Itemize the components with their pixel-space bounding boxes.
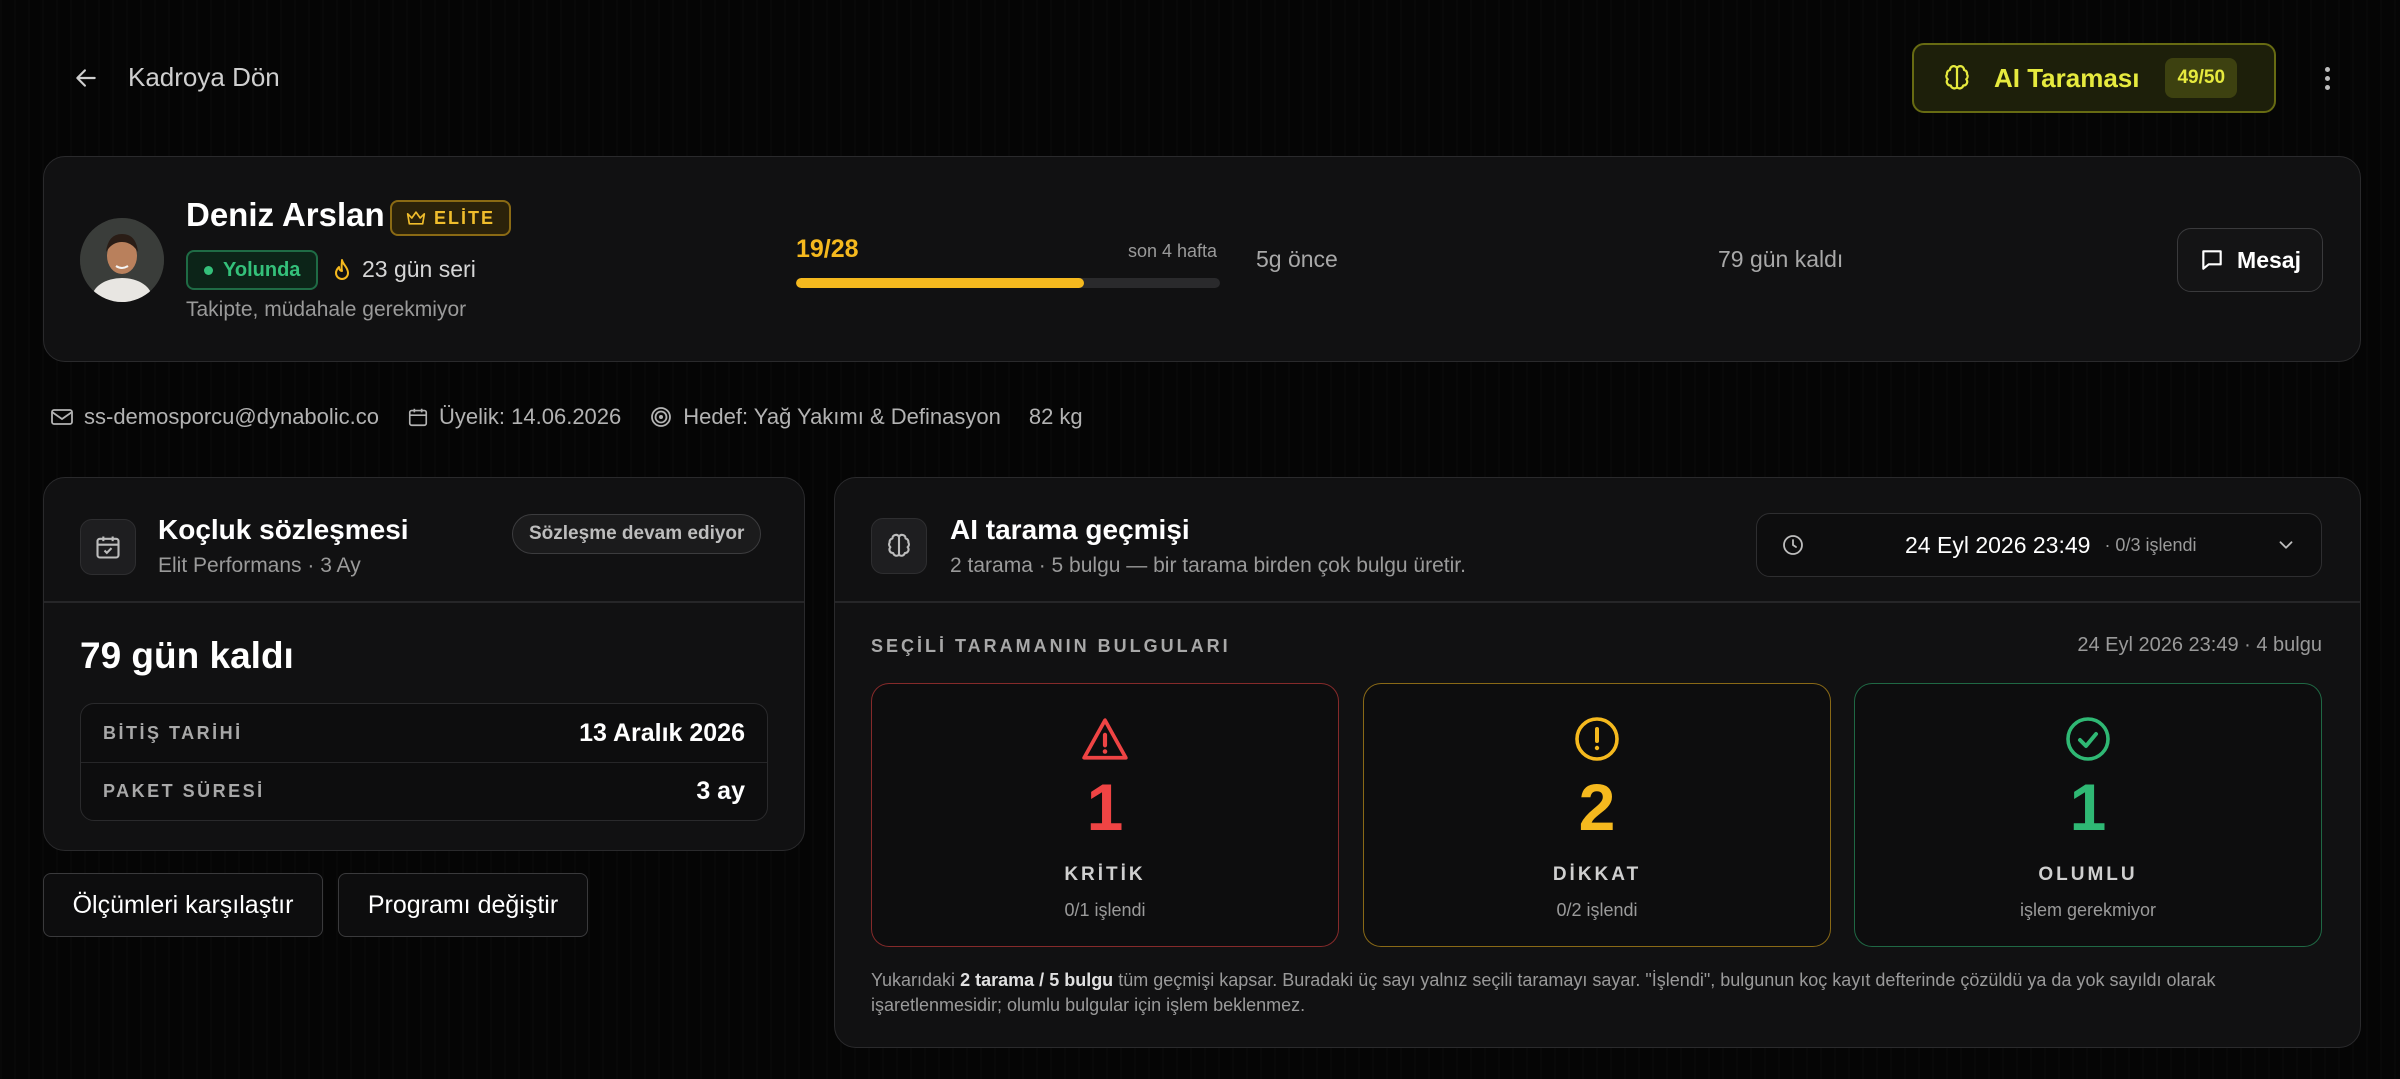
ai-scan-button[interactable]: AI Taraması 49/50 bbox=[1912, 43, 2276, 113]
contract-title: Koçluk sözleşmesi bbox=[158, 514, 409, 545]
athlete-meta-row: ss-demosporcu@dynabolic.co Üyelik: 14.06… bbox=[50, 404, 1111, 430]
brain-icon bbox=[888, 533, 910, 557]
warning-triangle-icon bbox=[1082, 718, 1128, 760]
critical-sub: 0/1 işlendi bbox=[1064, 900, 1146, 920]
athlete-name: Deniz Arslan bbox=[186, 196, 385, 233]
last-seen: 5g önce bbox=[1256, 246, 1338, 272]
brain-icon bbox=[1945, 65, 1969, 90]
streak-label: 23 gün seri bbox=[362, 256, 476, 282]
tier-badge-label: ELİTE bbox=[434, 207, 496, 228]
ai-scan-label: AI Taraması bbox=[1994, 62, 2140, 93]
status-badge: Yolunda bbox=[186, 250, 319, 290]
end-date-value: 13 Aralık 2026 bbox=[579, 718, 745, 747]
positive-findings-card[interactable]: 1 OLUMLU işlem gerekmiyor bbox=[1854, 683, 2322, 947]
ai-history-title: AI tarama geçmişi bbox=[950, 514, 1190, 545]
message-button-label: Mesaj bbox=[2237, 246, 2301, 273]
back-button[interactable] bbox=[66, 60, 106, 96]
more-icon bbox=[2324, 66, 2330, 72]
progress-period: son 4 hafta bbox=[1128, 241, 1218, 261]
days-left-summary: 79 gün kaldı bbox=[1718, 246, 1844, 272]
scan-select-date: 24 Eyl 2026 23:49 bbox=[1905, 531, 2091, 558]
critical-label: KRİTİK bbox=[1064, 864, 1146, 885]
chat-icon bbox=[2202, 250, 2222, 270]
tier-badge: ELİTE bbox=[390, 200, 512, 236]
alert-circle-icon bbox=[1575, 717, 1619, 761]
divider bbox=[835, 601, 2360, 603]
meta-weight: 82 kg bbox=[1029, 404, 1083, 430]
message-button[interactable]: Mesaj bbox=[2177, 228, 2323, 292]
avatar bbox=[80, 218, 164, 302]
critical-findings-card[interactable]: 1 KRİTİK 0/1 işlendi bbox=[871, 683, 1339, 947]
positive-label: OLUMLU bbox=[2038, 864, 2138, 885]
table-row: PAKET SÜRESİ 3 ay bbox=[81, 762, 767, 820]
calendar-icon bbox=[408, 408, 428, 427]
package-duration-key: PAKET SÜRESİ bbox=[103, 781, 265, 801]
package-duration-value: 3 ay bbox=[696, 777, 745, 805]
arrow-left-icon bbox=[76, 69, 96, 87]
progress-bar-fill bbox=[796, 278, 1084, 288]
contract-info-table: BİTİŞ TARİHİ 13 Aralık 2026 PAKET SÜRESİ… bbox=[80, 703, 768, 821]
flame-icon bbox=[335, 258, 349, 280]
meta-membership: Üyelik: 14.06.2026 bbox=[407, 404, 621, 430]
contract-days-left: 79 gün kaldı bbox=[80, 635, 294, 676]
contract-icon bbox=[80, 519, 136, 575]
findings-heading: SEÇİLİ TARAMANIN BULGULARI bbox=[871, 636, 1231, 656]
chevron-down-icon bbox=[2279, 541, 2293, 549]
scan-select-dropdown[interactable]: 24 Eyl 2026 23:49 · 0/3 işlendi bbox=[1756, 513, 2322, 577]
streak-indicator: 23 gün seri bbox=[332, 256, 476, 283]
attention-label: DİKKAT bbox=[1552, 864, 1642, 885]
more-options-button[interactable] bbox=[2312, 60, 2342, 96]
meta-goal: Hedef: Yağ Yakımı & Definasyon bbox=[649, 404, 1001, 430]
attention-sub: 0/2 işlendi bbox=[1556, 900, 1638, 920]
compare-measurements-button[interactable]: Ölçümleri karşılaştır bbox=[43, 873, 323, 937]
mail-icon bbox=[51, 409, 73, 425]
ai-history-icon bbox=[871, 518, 927, 574]
status-dot-icon bbox=[204, 265, 213, 275]
clock-icon bbox=[1783, 535, 1803, 555]
meta-goal-text: Hedef: Yağ Yakımı & Definasyon bbox=[683, 404, 1001, 429]
progress-bar bbox=[796, 278, 1220, 288]
meta-email-text: ss-demosporcu@dynabolic.co bbox=[84, 404, 380, 429]
meta-weight-text: 82 kg bbox=[1028, 404, 1083, 429]
calendar-check-icon bbox=[96, 536, 120, 559]
findings-footnote: Yukarıdaki 2 tarama / 5 bulgu tüm geçmiş… bbox=[871, 970, 2216, 1015]
contract-status-badge: Sözleşme devam ediyor bbox=[512, 514, 762, 554]
positive-count: 1 bbox=[2069, 770, 2107, 844]
progress-label: 19/28 bbox=[796, 235, 859, 263]
back-label[interactable]: Kadroya Dön bbox=[128, 62, 280, 93]
meta-email: ss-demosporcu@dynabolic.co bbox=[50, 404, 379, 430]
divider bbox=[44, 601, 804, 603]
positive-sub: işlem gerekmiyor bbox=[2019, 900, 2157, 920]
ai-scan-quota: 49/50 bbox=[2165, 58, 2238, 98]
table-row: BİTİŞ TARİHİ 13 Aralık 2026 bbox=[81, 704, 767, 762]
meta-membership-text: Üyelik: 14.06.2026 bbox=[439, 404, 622, 429]
scan-select-processed: · 0/3 işlendi bbox=[2104, 534, 2197, 555]
target-icon bbox=[651, 407, 672, 427]
ai-history-subtitle: 2 tarama · 5 bulgu — bir tarama birden ç… bbox=[950, 554, 1466, 577]
attention-count: 2 bbox=[1578, 770, 1616, 844]
change-program-button[interactable]: Programı değiştir bbox=[338, 873, 588, 937]
crown-icon bbox=[406, 211, 426, 225]
check-circle-icon bbox=[2066, 717, 2110, 761]
end-date-key: BİTİŞ TARİHİ bbox=[103, 722, 243, 743]
status-label: Yolunda bbox=[223, 258, 301, 281]
attention-findings-card[interactable]: 2 DİKKAT 0/2 işlendi bbox=[1363, 683, 1831, 947]
contract-subtitle: Elit Performans · 3 Ay bbox=[158, 554, 361, 577]
findings-meta: 24 Eyl 2026 23:49 · 4 bulgu bbox=[2077, 634, 2322, 656]
critical-count: 1 bbox=[1086, 770, 1124, 844]
profile-subtitle: Takipte, müdahale gerekmiyor bbox=[186, 298, 467, 321]
